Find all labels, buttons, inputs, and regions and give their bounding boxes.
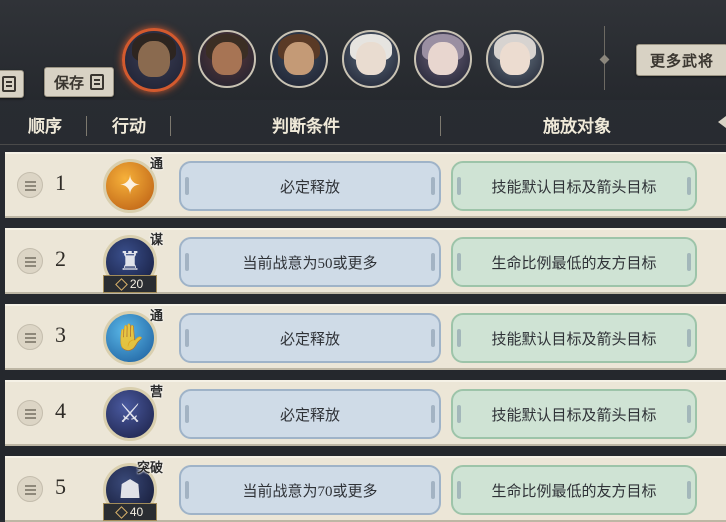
hand-icon: ✋	[113, 323, 147, 352]
save-button[interactable]: 保存	[44, 67, 114, 97]
skill-type-tag: 营	[149, 384, 163, 399]
target-label: 生命比例最低的友方目标	[491, 255, 657, 272]
list-icon	[2, 76, 16, 92]
target-selector[interactable]: 生命比例最低的友方目标	[451, 237, 697, 287]
header-condition: 判断条件	[272, 117, 340, 136]
morale-cost: 40	[103, 503, 157, 521]
condition-label: 当前战意为70或更多	[242, 483, 378, 500]
drag-handle-icon[interactable]	[17, 324, 43, 350]
skill-type-tag: 通	[149, 156, 163, 171]
portrait-face	[427, 41, 459, 76]
portrait-face	[355, 41, 387, 76]
list-button[interactable]	[0, 70, 24, 98]
drag-handle-icon[interactable]	[17, 172, 43, 198]
header-action: 行动	[112, 117, 146, 136]
skill-icon-button[interactable]: ✋ 通	[103, 308, 163, 365]
morale-cost-value: 20	[129, 277, 144, 291]
order-number: 1	[55, 170, 66, 195]
document-icon	[90, 74, 104, 90]
header-divider	[86, 116, 87, 136]
target-selector[interactable]: 生命比例最低的友方目标	[451, 465, 697, 515]
drag-handle-icon[interactable]	[17, 400, 43, 426]
header-order: 顺序	[28, 117, 62, 136]
skill-row[interactable]: 2 ♜ 谋 20 当前战意为50或更多 生命比例最低的友方目标	[5, 228, 726, 294]
drag-handle-icon[interactable]	[17, 248, 43, 274]
condition-label: 当前战意为50或更多	[242, 255, 378, 272]
portrait-divider	[604, 26, 605, 90]
target-selector[interactable]: 技能默认目标及箭头目标	[451, 389, 697, 439]
skill-type-tag: 通	[149, 308, 163, 323]
order-number: 5	[55, 474, 66, 499]
general-portrait[interactable]	[270, 30, 328, 88]
diamond-icon	[114, 277, 128, 291]
skill-type-tag: 谋	[149, 232, 163, 247]
condition-label: 必定释放	[279, 179, 340, 196]
skill-icon-button[interactable]: ⚔ 营	[103, 384, 163, 441]
target-label: 技能默认目标及箭头目标	[491, 407, 657, 424]
header-divider	[170, 116, 171, 136]
target-selector[interactable]: 技能默认目标及箭头目标	[451, 161, 697, 211]
more-generals-button[interactable]: 更多武将	[636, 44, 726, 76]
general-portrait[interactable]	[198, 30, 256, 88]
tiger-shield-icon: ✦	[119, 171, 141, 200]
more-generals-label: 更多武将	[649, 53, 714, 70]
skill-row[interactable]: 1 ✦ 通必定释放 技能默认目标及箭头目标	[5, 152, 726, 218]
skill-row[interactable]: 3 ✋ 通必定释放 技能默认目标及箭头目标	[5, 304, 726, 370]
skill-type-tag: 突破	[136, 460, 163, 475]
order-number: 2	[55, 246, 66, 271]
general-portrait[interactable]	[486, 30, 544, 88]
portrait-face	[283, 41, 315, 76]
sword-icon: ⚔	[118, 399, 142, 428]
target-label: 技能默认目标及箭头目标	[491, 331, 657, 348]
target-selector[interactable]: 技能默认目标及箭头目标	[451, 313, 697, 363]
general-portrait[interactable]	[342, 30, 400, 88]
portrait-face	[499, 41, 531, 76]
skill-icon-button[interactable]: ☗ 突破 40	[103, 460, 163, 521]
condition-selector[interactable]: 必定释放	[179, 161, 441, 211]
condition-selector[interactable]: 当前战意为70或更多	[179, 465, 441, 515]
skill-row[interactable]: 4 ⚔ 营必定释放 技能默认目标及箭头目标	[5, 380, 726, 446]
scroll-right-arrow-icon[interactable]	[718, 116, 726, 128]
portrait-face	[137, 41, 171, 78]
condition-label: 必定释放	[279, 331, 340, 348]
target-label: 技能默认目标及箭头目标	[491, 179, 657, 196]
order-number: 3	[55, 322, 66, 347]
portrait-face	[211, 41, 243, 76]
order-number: 4	[55, 398, 66, 423]
condition-label: 必定释放	[279, 407, 340, 424]
save-label: 保存	[53, 75, 84, 92]
condition-selector[interactable]: 必定释放	[179, 313, 441, 363]
header-divider	[440, 116, 441, 136]
morale-cost: 20	[103, 275, 157, 293]
skill-icon-button[interactable]: ♜ 谋 20	[103, 232, 163, 293]
general-portrait[interactable]	[122, 28, 186, 92]
morale-cost-value: 40	[129, 505, 144, 519]
condition-selector[interactable]: 当前战意为50或更多	[179, 237, 441, 287]
general-portrait[interactable]	[414, 30, 472, 88]
target-label: 生命比例最低的友方目标	[491, 483, 657, 500]
condition-selector[interactable]: 必定释放	[179, 389, 441, 439]
table-header: 顺序 行动 判断条件 施放对象	[0, 104, 726, 145]
header-target: 施放对象	[543, 117, 611, 136]
skill-icon-button[interactable]: ✦ 通	[103, 156, 163, 213]
diamond-icon	[114, 505, 128, 519]
skill-row[interactable]: 5 ☗ 突破 40 当前战意为70或更多 生命比例最低的友方目标	[5, 456, 726, 522]
drag-handle-icon[interactable]	[17, 476, 43, 502]
